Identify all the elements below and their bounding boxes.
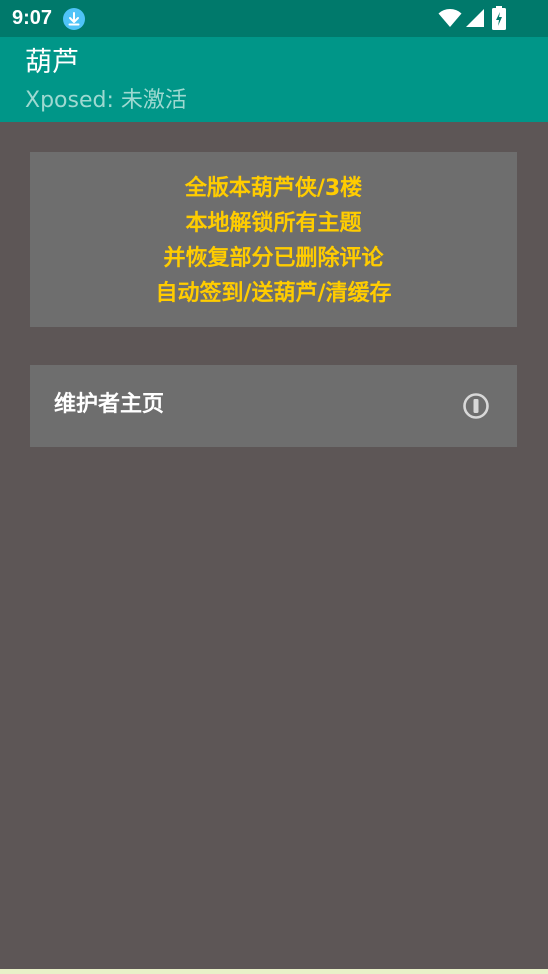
feature-list: 全版本葫芦侠/3楼 本地解锁所有主题 并恢复部分已删除评论 自动签到/送葫芦/清… [30, 171, 517, 311]
wifi-icon [438, 9, 462, 27]
app-title: 葫芦 [25, 47, 79, 78]
maintainer-homepage-item[interactable]: 维护者主页 [30, 365, 517, 447]
feature-line-4: 自动签到/送葫芦/清缓存 [155, 281, 392, 306]
status-bar: 9:07 [0, 0, 548, 37]
feature-line-3: 并恢复部分已删除评论 [163, 246, 384, 271]
signal-icon [466, 9, 484, 27]
xposed-status: Xposed: 未激活 [25, 88, 187, 113]
download-icon [63, 8, 85, 30]
navigation-bar-edge [0, 969, 548, 974]
feature-line-2: 本地解锁所有主题 [185, 211, 362, 236]
app-screen: 9:07 葫芦 Xposed: 未激活 全版本葫芦侠/3楼 本地解锁所有主题 并… [0, 0, 548, 974]
info-icon[interactable] [462, 392, 490, 420]
app-bar: 葫芦 Xposed: 未激活 [0, 37, 548, 122]
feature-line-1: 全版本葫芦侠/3楼 [184, 176, 363, 201]
maintainer-homepage-label: 维护者主页 [54, 392, 165, 417]
status-time: 9:07 [12, 7, 53, 29]
battery-icon [492, 6, 506, 30]
feature-banner-card: 全版本葫芦侠/3楼 本地解锁所有主题 并恢复部分已删除评论 自动签到/送葫芦/清… [30, 152, 517, 327]
